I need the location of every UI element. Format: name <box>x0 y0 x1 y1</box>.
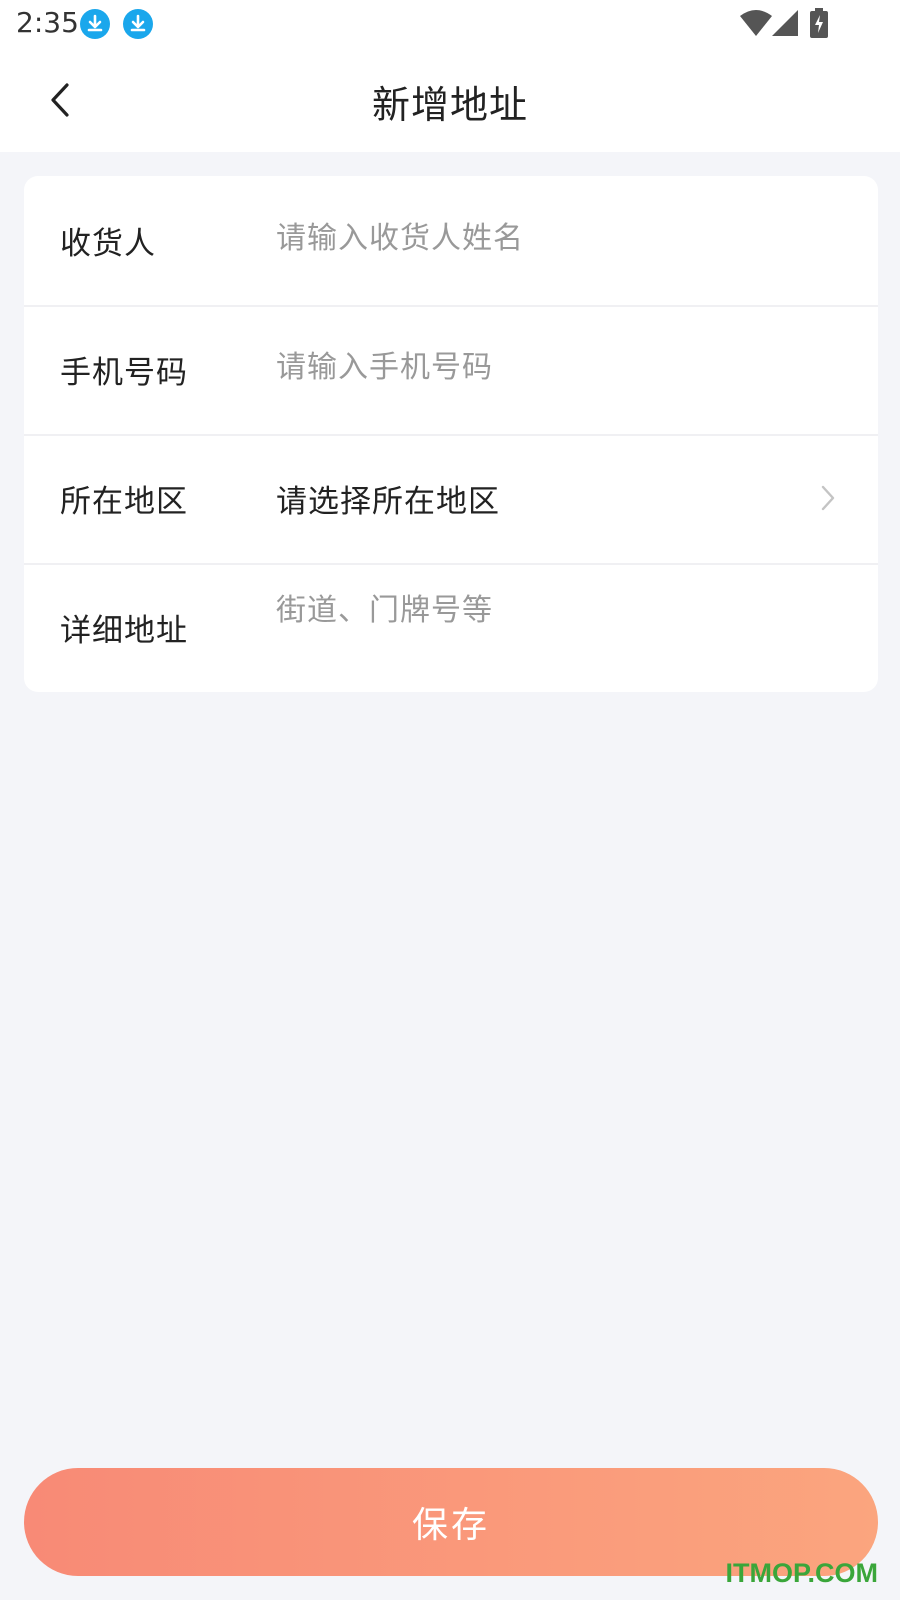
navigation-bar: 新增地址 <box>0 50 900 152</box>
phone-label: 手机号码 <box>60 355 188 391</box>
region-value: 请选择所在地区 <box>276 484 500 520</box>
consignee-row: 收货人 <box>24 176 878 307</box>
detail-address-row: 详细地址 <box>24 563 878 692</box>
page-title: 新增地址 <box>371 83 528 127</box>
phone-row: 手机号码 <box>24 305 878 436</box>
status-time: 2:35 <box>16 6 79 39</box>
detail-address-input[interactable] <box>276 585 816 665</box>
status-bar: 2:35 <box>0 0 900 50</box>
watermark: ITMOP.COM <box>725 1558 878 1588</box>
download-notification-icon <box>123 9 153 39</box>
phone-input[interactable] <box>276 345 816 389</box>
address-form: 收货人 手机号码 所在地区 请选择所在地区 详细地址 <box>24 176 878 692</box>
region-label: 所在地区 <box>60 484 188 520</box>
cell-signal-icon <box>772 10 798 40</box>
download-notification-icon <box>80 9 110 39</box>
consignee-label: 收货人 <box>60 226 156 262</box>
battery-charging-icon <box>810 8 828 42</box>
consignee-input[interactable] <box>276 216 816 260</box>
detail-address-label: 详细地址 <box>60 613 188 649</box>
region-selector[interactable]: 所在地区 请选择所在地区 <box>24 434 878 565</box>
chevron-right-icon <box>820 484 836 516</box>
wifi-icon <box>740 10 772 40</box>
